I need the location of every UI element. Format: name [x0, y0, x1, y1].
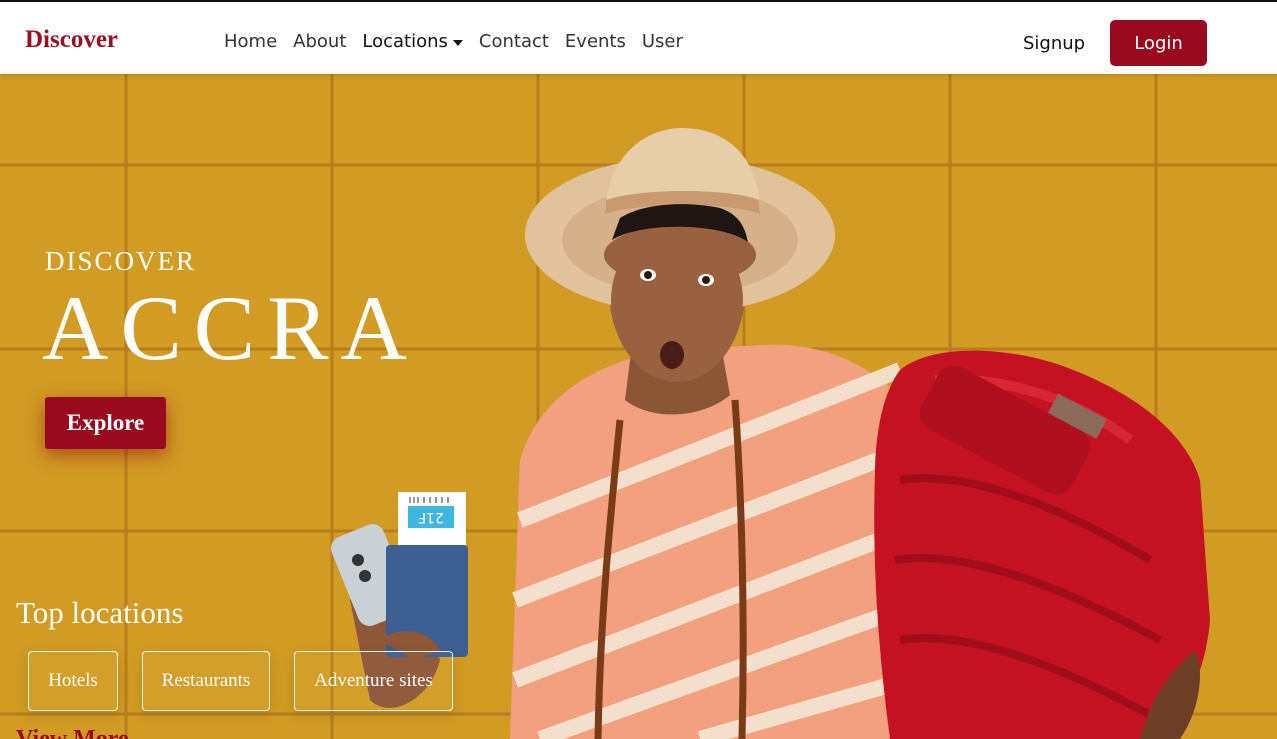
- restaurants-button[interactable]: Restaurants: [142, 651, 270, 711]
- adventure-sites-button[interactable]: Adventure sites: [294, 651, 453, 711]
- nav-user[interactable]: User: [642, 31, 683, 52]
- hero-photo: 21F: [0, 74, 1277, 739]
- hotels-button[interactable]: Hotels: [28, 651, 118, 711]
- nav-home[interactable]: Home: [224, 31, 277, 52]
- nav-locations-label: Locations: [362, 31, 448, 52]
- brand-logo[interactable]: Discover: [25, 26, 118, 54]
- seat-number: 21F: [418, 509, 444, 525]
- nav-links: Home About Locations Contact Events User: [224, 31, 699, 52]
- explore-button[interactable]: Explore: [45, 397, 166, 449]
- hero-section: 21F: [0, 74, 1277, 739]
- hero-headline: ACCRA: [42, 277, 419, 379]
- login-button[interactable]: Login: [1110, 20, 1207, 66]
- nav-about[interactable]: About: [293, 31, 346, 52]
- nav-events[interactable]: Events: [565, 31, 626, 52]
- signup-link[interactable]: Signup: [1023, 33, 1085, 54]
- caret-down-icon: [452, 39, 463, 46]
- top-border: [0, 0, 1277, 2]
- top-locations-title: Top locations: [16, 595, 184, 630]
- nav-contact[interactable]: Contact: [479, 31, 549, 52]
- navbar: Discover Home About Locations Contact Ev…: [0, 2, 1277, 74]
- view-more-link[interactable]: View More: [16, 726, 129, 739]
- hero-kicker: DISCOVER: [45, 246, 197, 276]
- nav-locations-dropdown[interactable]: Locations: [362, 31, 463, 52]
